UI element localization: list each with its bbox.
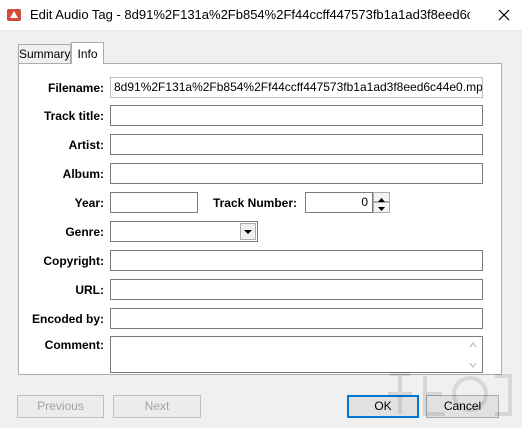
cancel-button[interactable]: Cancel [426,395,499,418]
arrow-up-icon [469,342,477,348]
genre-label: Genre: [65,225,104,239]
comment-scroll-up[interactable] [465,339,481,351]
genre-dropdown-button[interactable] [240,223,256,240]
track-number-increment[interactable] [373,192,390,202]
arrow-down-icon [469,362,477,368]
url-label: URL: [75,283,104,297]
comment-scroll-down[interactable] [465,359,481,371]
window-title: Edit Audio Tag - 8d91%2F131a%2Fb854%2Ff4… [30,7,470,22]
next-button[interactable]: Next [113,395,201,418]
album-input[interactable] [110,163,483,184]
track-title-input[interactable] [110,105,483,126]
year-input[interactable] [110,192,198,213]
encoded-by-input[interactable] [110,308,483,329]
url-input[interactable] [110,279,483,300]
comment-label: Comment: [44,338,104,352]
encoded-by-label: Encoded by: [31,312,104,326]
close-button[interactable] [490,4,518,26]
tab-summary[interactable]: Summary [18,44,71,63]
comment-textarea[interactable] [110,336,483,373]
copyright-input[interactable] [110,250,483,271]
tab-info[interactable]: Info [71,42,104,64]
arrow-down-icon [378,207,385,211]
audio-tag-icon [6,7,22,23]
previous-button[interactable]: Previous [17,395,104,418]
track-number-decrement[interactable] [373,202,390,213]
track-number-input[interactable]: 0 [305,192,373,213]
copyright-label: Copyright: [43,254,104,268]
genre-select[interactable] [110,221,258,242]
track-number-label: Track Number: [212,196,297,210]
artist-label: Artist: [68,138,104,152]
ok-button[interactable]: OK [347,395,419,418]
album-label: Album: [62,167,104,181]
filename-label: Filename: [47,81,104,95]
chevron-down-icon [244,230,252,234]
title-bar: Edit Audio Tag - 8d91%2F131a%2Fb854%2Ff4… [0,0,522,31]
close-icon [498,9,510,21]
year-label: Year: [74,196,104,210]
track-title-label: Track title: [43,109,104,123]
artist-input[interactable] [110,134,483,155]
filename-field[interactable]: 8d91%2F131a%2Fb854%2Ff44ccff447573fb1a1a… [110,77,483,98]
